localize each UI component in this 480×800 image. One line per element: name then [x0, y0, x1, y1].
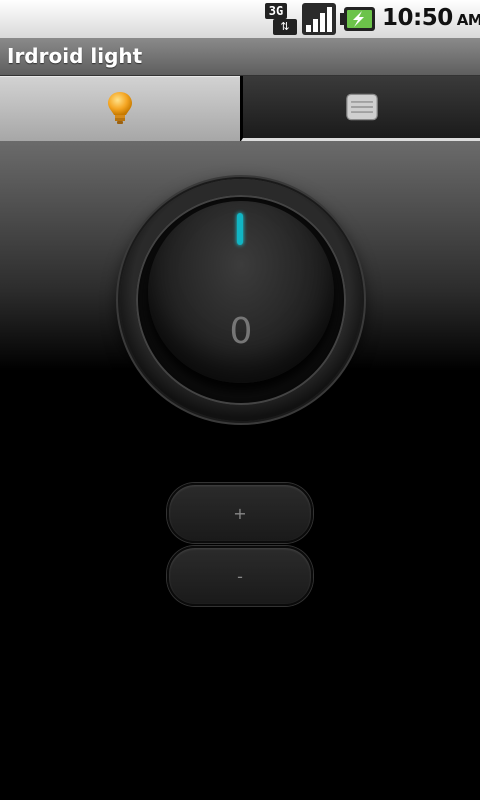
tab-bar [0, 76, 480, 141]
main-panel: 0 + - [0, 141, 480, 800]
knob-on-indicator [237, 213, 243, 245]
3g-data-icon: 3G ⇅ [265, 3, 297, 35]
tab-remote[interactable] [241, 76, 480, 141]
clock: 10:50 AM [382, 5, 480, 31]
clock-time: 10:50 [382, 5, 453, 31]
power-knob[interactable]: 0 [120, 179, 362, 421]
minus-button[interactable]: - [167, 546, 313, 606]
app-title: Irdroid light [7, 44, 143, 68]
title-bar: Irdroid light [0, 38, 480, 76]
status-bar: 3G ⇅ 10:50 AM [0, 0, 480, 38]
battery-charging-icon [340, 6, 376, 32]
network-type-label: 3G [265, 3, 287, 19]
plus-button[interactable]: + [167, 483, 313, 543]
tab-light[interactable] [0, 76, 240, 141]
signal-strength-icon [302, 3, 336, 35]
knob-off-label: 0 [229, 311, 253, 352]
remote-panel-icon [345, 87, 378, 127]
clock-ampm: AM [456, 11, 480, 29]
light-bulb-icon [104, 89, 136, 129]
data-arrows-icon: ⇅ [273, 19, 297, 35]
